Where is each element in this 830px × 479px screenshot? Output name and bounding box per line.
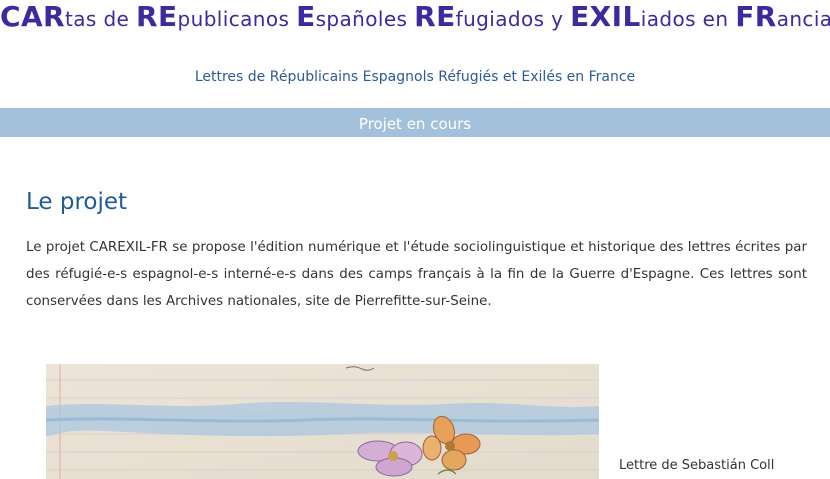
site-title-segment: RE: [136, 0, 178, 33]
site-title-segment: EXIL: [570, 0, 641, 33]
site-title: CARtas de REpublicanos Españoles REfugia…: [0, 0, 830, 40]
site-title-segment: CAR: [0, 0, 65, 33]
site-title-segment: iados en: [640, 7, 736, 31]
site-title-segment: publicanos: [177, 7, 297, 31]
project-status-banner: Projet en cours: [0, 108, 830, 137]
site-title-segment: E: [296, 0, 316, 33]
site-subtitle: Lettres de Républicains Espagnols Réfugi…: [194, 69, 636, 85]
project-status-label: Projet en cours: [358, 115, 472, 133]
letter-image-caption: Lettre de Sebastián Coll: [619, 458, 775, 473]
letter-image: [46, 364, 599, 479]
site-title-segment: ancia: [776, 7, 830, 31]
site-title-segment: spañoles: [315, 7, 415, 31]
section-title: Le projet: [26, 189, 128, 215]
site-title-segment: fugiados y: [455, 7, 571, 31]
letter-drawing: [46, 364, 599, 479]
site-title-segment: tas de: [64, 7, 137, 31]
site-title-segment: FR: [735, 0, 777, 33]
site-title-segment: RE: [414, 0, 456, 33]
project-intro-text: Le projet CAREXIL-FR se propose l'éditio…: [26, 240, 807, 309]
